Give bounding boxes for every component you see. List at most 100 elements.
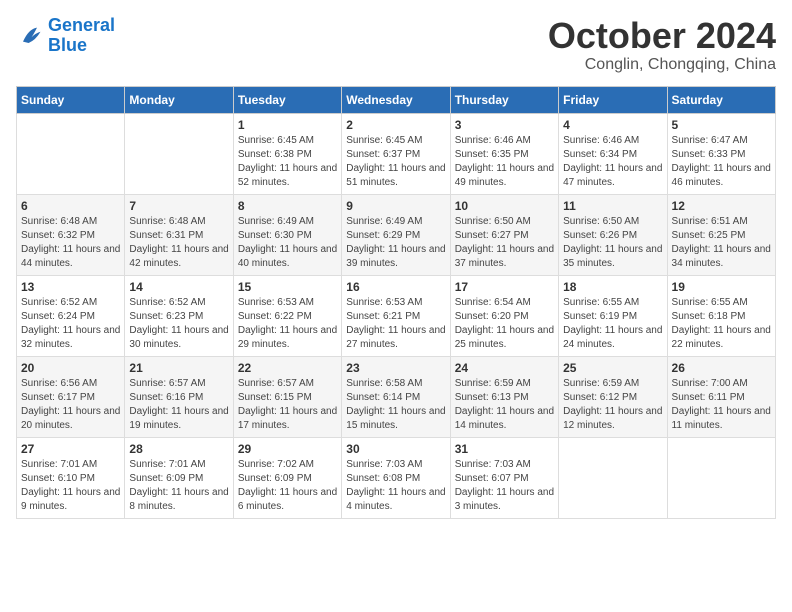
day-number: 8 <box>238 199 337 213</box>
day-cell: 7 Sunrise: 6:48 AMSunset: 6:31 PMDaylight… <box>125 194 233 275</box>
day-info: Sunrise: 6:47 AMSunset: 6:33 PMDaylight:… <box>672 134 771 190</box>
day-number: 17 <box>455 280 554 294</box>
day-cell: 3Sunrise: 6:46 AMSunset: 6:35 PMDaylight… <box>450 113 558 194</box>
day-cell: 5 Sunrise: 6:47 AMSunset: 6:33 PMDaylight… <box>667 113 775 194</box>
day-number: 27 <box>21 442 120 456</box>
day-info: Sunrise: 7:03 AMSunset: 6:07 PMDaylight:… <box>455 458 554 514</box>
day-info: Sunrise: 6:52 AMSunset: 6:24 PMDaylight:… <box>21 296 120 352</box>
logo: General Blue <box>16 16 115 56</box>
day-info: Sunrise: 6:52 AMSunset: 6:23 PMDaylight:… <box>129 296 228 352</box>
col-wednesday: Wednesday <box>342 86 450 113</box>
day-cell: 13 Sunrise: 6:52 AMSunset: 6:24 PMDayligh… <box>17 275 125 356</box>
day-cell: 6 Sunrise: 6:48 AMSunset: 6:32 PMDaylight… <box>17 194 125 275</box>
day-cell <box>559 437 667 518</box>
day-info: Sunrise: 6:51 AMSunset: 6:25 PMDaylight:… <box>672 215 771 271</box>
day-number: 6 <box>21 199 120 213</box>
logo-line2: Blue <box>48 35 87 55</box>
day-number: 21 <box>129 361 228 375</box>
day-info: Sunrise: 7:01 AMSunset: 6:10 PMDaylight:… <box>21 458 120 514</box>
title-block: October 2024 Conglin, Chongqing, China <box>548 16 776 74</box>
calendar-table: Sunday Monday Tuesday Wednesday Thursday… <box>16 86 776 519</box>
day-number: 1 <box>238 118 337 132</box>
day-cell: 10Sunrise: 6:50 AMSunset: 6:27 PMDayligh… <box>450 194 558 275</box>
day-cell: 28 Sunrise: 7:01 AMSunset: 6:09 PMDayligh… <box>125 437 233 518</box>
day-info: Sunrise: 6:48 AMSunset: 6:32 PMDaylight:… <box>21 215 120 271</box>
day-cell <box>17 113 125 194</box>
day-number: 30 <box>346 442 445 456</box>
day-cell: 12 Sunrise: 6:51 AMSunset: 6:25 PMDayligh… <box>667 194 775 275</box>
day-number: 29 <box>238 442 337 456</box>
day-number: 13 <box>21 280 120 294</box>
day-info: Sunrise: 6:57 AMSunset: 6:16 PMDaylight:… <box>129 377 228 433</box>
day-cell: 16Sunrise: 6:53 AMSunset: 6:21 PMDayligh… <box>342 275 450 356</box>
day-info: Sunrise: 6:54 AMSunset: 6:20 PMDaylight:… <box>455 296 554 352</box>
day-info: Sunrise: 6:45 AMSunset: 6:37 PMDaylight:… <box>346 134 445 190</box>
day-cell <box>667 437 775 518</box>
calendar-body: 1 Sunrise: 6:45 AMSunset: 6:38 PMDaylight… <box>17 113 776 518</box>
day-info: Sunrise: 6:53 AMSunset: 6:22 PMDaylight:… <box>238 296 337 352</box>
day-info: Sunrise: 6:57 AMSunset: 6:15 PMDaylight:… <box>238 377 337 433</box>
day-number: 12 <box>672 199 771 213</box>
day-info: Sunrise: 6:55 AMSunset: 6:19 PMDaylight:… <box>563 296 662 352</box>
day-cell: 27 Sunrise: 7:01 AMSunset: 6:10 PMDayligh… <box>17 437 125 518</box>
day-cell: 4 Sunrise: 6:46 AMSunset: 6:34 PMDaylight… <box>559 113 667 194</box>
day-number: 4 <box>563 118 662 132</box>
day-number: 9 <box>346 199 445 213</box>
day-info: Sunrise: 7:00 AMSunset: 6:11 PMDaylight:… <box>672 377 771 433</box>
day-info: Sunrise: 6:48 AMSunset: 6:31 PMDaylight:… <box>129 215 228 271</box>
day-info: Sunrise: 7:03 AMSunset: 6:08 PMDaylight:… <box>346 458 445 514</box>
day-number: 18 <box>563 280 662 294</box>
day-cell: 21 Sunrise: 6:57 AMSunset: 6:16 PMDayligh… <box>125 356 233 437</box>
header-row: Sunday Monday Tuesday Wednesday Thursday… <box>17 86 776 113</box>
day-info: Sunrise: 6:55 AMSunset: 6:18 PMDaylight:… <box>672 296 771 352</box>
day-cell: 19 Sunrise: 6:55 AMSunset: 6:18 PMDayligh… <box>667 275 775 356</box>
week-row-1: 1 Sunrise: 6:45 AMSunset: 6:38 PMDaylight… <box>17 113 776 194</box>
day-number: 10 <box>455 199 554 213</box>
day-info: Sunrise: 6:46 AMSunset: 6:34 PMDaylight:… <box>563 134 662 190</box>
day-info: Sunrise: 6:58 AMSunset: 6:14 PMDaylight:… <box>346 377 445 433</box>
day-number: 20 <box>21 361 120 375</box>
day-number: 23 <box>346 361 445 375</box>
col-monday: Monday <box>125 86 233 113</box>
col-saturday: Saturday <box>667 86 775 113</box>
day-cell: 17 Sunrise: 6:54 AMSunset: 6:20 PMDayligh… <box>450 275 558 356</box>
day-number: 28 <box>129 442 228 456</box>
calendar-title: October 2024 <box>548 16 776 56</box>
day-number: 25 <box>563 361 662 375</box>
day-cell: 11 Sunrise: 6:50 AMSunset: 6:26 PMDayligh… <box>559 194 667 275</box>
day-cell: 2Sunrise: 6:45 AMSunset: 6:37 PMDaylight… <box>342 113 450 194</box>
day-info: Sunrise: 6:49 AMSunset: 6:29 PMDaylight:… <box>346 215 445 271</box>
logo-line1: General <box>48 15 115 35</box>
day-number: 11 <box>563 199 662 213</box>
day-number: 5 <box>672 118 771 132</box>
day-cell: 29Sunrise: 7:02 AMSunset: 6:09 PMDayligh… <box>233 437 341 518</box>
day-cell: 1 Sunrise: 6:45 AMSunset: 6:38 PMDaylight… <box>233 113 341 194</box>
day-cell: 9 Sunrise: 6:49 AMSunset: 6:29 PMDaylight… <box>342 194 450 275</box>
day-info: Sunrise: 7:01 AMSunset: 6:09 PMDaylight:… <box>129 458 228 514</box>
day-info: Sunrise: 6:59 AMSunset: 6:12 PMDaylight:… <box>563 377 662 433</box>
col-friday: Friday <box>559 86 667 113</box>
day-info: Sunrise: 6:45 AMSunset: 6:38 PMDaylight:… <box>238 134 337 190</box>
day-number: 15 <box>238 280 337 294</box>
day-info: Sunrise: 6:50 AMSunset: 6:26 PMDaylight:… <box>563 215 662 271</box>
calendar-header: Sunday Monday Tuesday Wednesday Thursday… <box>17 86 776 113</box>
day-cell: 22 Sunrise: 6:57 AMSunset: 6:15 PMDayligh… <box>233 356 341 437</box>
col-tuesday: Tuesday <box>233 86 341 113</box>
logo-icon <box>16 22 44 50</box>
page-header: General Blue October 2024 Conglin, Chong… <box>16 16 776 74</box>
day-cell <box>125 113 233 194</box>
day-number: 7 <box>129 199 228 213</box>
day-cell: 18 Sunrise: 6:55 AMSunset: 6:19 PMDayligh… <box>559 275 667 356</box>
day-cell: 25 Sunrise: 6:59 AMSunset: 6:12 PMDayligh… <box>559 356 667 437</box>
day-cell: 26Sunrise: 7:00 AMSunset: 6:11 PMDayligh… <box>667 356 775 437</box>
day-cell: 31Sunrise: 7:03 AMSunset: 6:07 PMDayligh… <box>450 437 558 518</box>
day-number: 22 <box>238 361 337 375</box>
day-number: 19 <box>672 280 771 294</box>
col-thursday: Thursday <box>450 86 558 113</box>
day-cell: 8Sunrise: 6:49 AMSunset: 6:30 PMDaylight… <box>233 194 341 275</box>
day-number: 24 <box>455 361 554 375</box>
day-cell: 14Sunrise: 6:52 AMSunset: 6:23 PMDayligh… <box>125 275 233 356</box>
week-row-5: 27 Sunrise: 7:01 AMSunset: 6:10 PMDayligh… <box>17 437 776 518</box>
day-info: Sunrise: 6:53 AMSunset: 6:21 PMDaylight:… <box>346 296 445 352</box>
day-cell: 23 Sunrise: 6:58 AMSunset: 6:14 PMDayligh… <box>342 356 450 437</box>
